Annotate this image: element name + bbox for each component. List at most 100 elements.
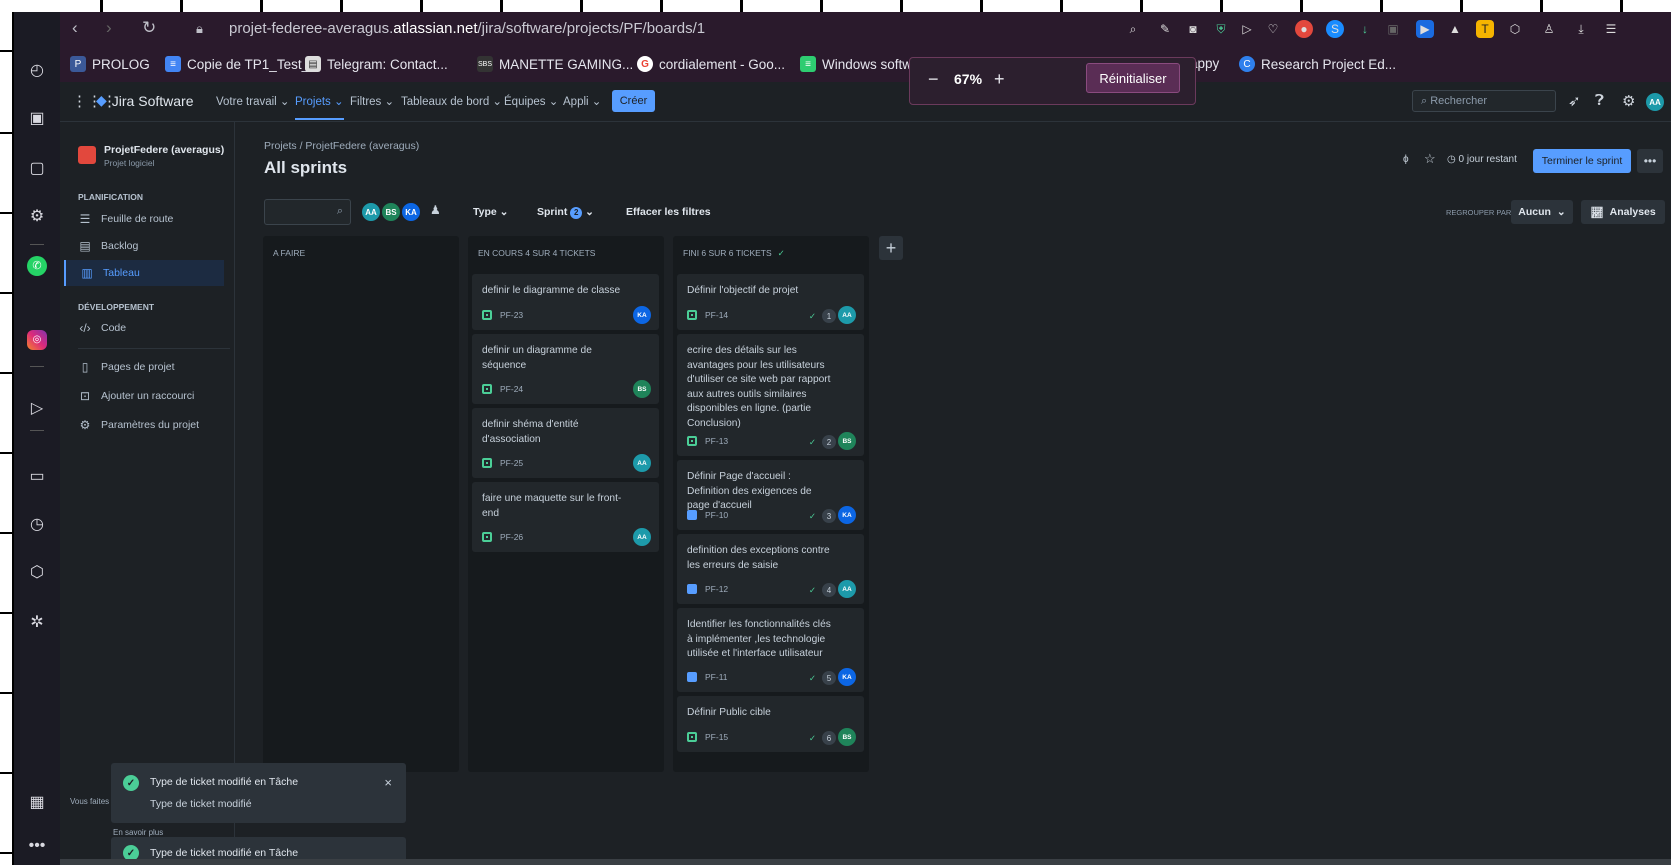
sidebar-item-add-shortcut[interactable]: ⊡ Ajouter un raccourci	[64, 383, 224, 409]
more-actions-button[interactable]: •••	[1637, 149, 1663, 173]
card-pf-26[interactable]: faire une maquette sur le front-end PF-2…	[472, 482, 659, 552]
assignee-avatar[interactable]: BS	[838, 432, 856, 450]
url-text[interactable]: projet-federee-averagus.atlassian.net/ji…	[229, 20, 705, 37]
download-arrow-icon[interactable]: ↓	[1356, 20, 1374, 38]
search-input[interactable]: ⌕ Rechercher	[1412, 90, 1556, 112]
zoom-reset-button[interactable]: Réinitialiser	[1086, 63, 1180, 93]
instagram-icon[interactable]: ◎	[25, 328, 49, 352]
whatsapp-icon[interactable]: ✆	[25, 254, 49, 278]
nav-projects[interactable]: Projets ⌄	[295, 94, 344, 120]
nav-filters[interactable]: Filtres ⌄	[350, 94, 394, 108]
heart-icon[interactable]: ♡	[1264, 20, 1282, 38]
notifications-icon[interactable]: ➶	[1568, 92, 1581, 110]
assignee-avatar[interactable]: AA	[633, 454, 651, 472]
twitch-icon[interactable]: ▢	[25, 156, 49, 180]
extension-shazam-icon[interactable]: S	[1326, 20, 1344, 38]
camera-icon[interactable]: ◙	[1184, 20, 1202, 38]
card-pf-24[interactable]: definir un diagramme de séquence PF-24 B…	[472, 334, 659, 404]
sidebar-item-backlog[interactable]: ▤ Backlog	[64, 233, 224, 259]
wallpaper-icon[interactable]: ▦	[25, 790, 49, 814]
sprint-filter[interactable]: Sprint 2 ⌄	[537, 206, 594, 219]
box-icon[interactable]: ⬡	[1506, 20, 1524, 38]
card-pf-13[interactable]: ecrire des détails sur les avantages pou…	[677, 334, 864, 456]
jira-logo[interactable]: ◆ Jira Software	[96, 92, 193, 109]
bookmark-prolog[interactable]: P PROLOG	[70, 56, 150, 72]
assignee-avatar[interactable]: BS	[633, 380, 651, 398]
type-filter[interactable]: Type ⌄	[473, 206, 508, 218]
reload-icon[interactable]: ↻	[142, 18, 156, 38]
card-pf-10[interactable]: Définir Page d'accueil : Definition des …	[677, 460, 864, 530]
puzzle-icon[interactable]: ▣	[1384, 20, 1402, 38]
forward-icon[interactable]: ›	[106, 18, 112, 38]
menu-icon[interactable]: ☰	[1602, 20, 1620, 38]
send-icon[interactable]: ▷	[1238, 20, 1256, 38]
zoom-in-button[interactable]: +	[994, 69, 1005, 90]
chat-icon[interactable]: ▭	[25, 464, 49, 488]
close-icon[interactable]: ×	[384, 775, 392, 790]
more-icon[interactable]: •••	[25, 834, 49, 858]
nav-apps[interactable]: Appli ⌄	[563, 94, 601, 108]
bookmark-windows[interactable]: ≡ Windows softw	[800, 56, 912, 72]
history-icon[interactable]: ◷	[25, 512, 49, 536]
create-button[interactable]: Créer	[612, 90, 655, 112]
card-pf-11[interactable]: Identifier les fonctionnalités clés à im…	[677, 608, 864, 692]
sidebar-item-settings[interactable]: ⚙ Paramètres du projet	[64, 412, 224, 438]
sidebar-item-pages[interactable]: ▯ Pages de projet	[64, 354, 224, 380]
assignee-avatar[interactable]: AA	[838, 306, 856, 324]
settings-gear-icon[interactable]: ⚙	[1622, 92, 1635, 110]
bookmark-cordialement[interactable]: Gcordialement - Goo...	[637, 56, 785, 72]
add-people-icon[interactable]: ♟	[430, 203, 441, 217]
nav-teams[interactable]: Équipes ⌄	[504, 94, 558, 108]
assignee-avatar[interactable]: KA	[838, 506, 856, 524]
add-column-button[interactable]: +	[879, 236, 903, 260]
mountain-icon[interactable]: ▲	[1446, 20, 1464, 38]
bookmark-telegram[interactable]: ▤ Telegram: Contact...	[305, 56, 448, 72]
assignee-avatar[interactable]: KA	[838, 668, 856, 686]
extension-firefox-icon[interactable]: ●	[1295, 20, 1313, 38]
card-pf-25[interactable]: definir shéma d'entité d'association PF-…	[472, 408, 659, 478]
card-pf-15[interactable]: Définir Public cible PF-15 ✓ 6 BS	[677, 696, 864, 752]
assignee-avatar[interactable]: AA	[633, 528, 651, 546]
extension-blue-icon[interactable]: ▶	[1416, 20, 1434, 38]
lightning-icon[interactable]: ϕ	[1403, 154, 1409, 165]
cube-icon[interactable]: ⬡	[25, 560, 49, 584]
sidebar-item-code[interactable]: ‹/› Code	[64, 315, 224, 341]
clear-filters-button[interactable]: Effacer les filtres	[626, 206, 711, 218]
speed-dial-icon[interactable]: ◴	[25, 58, 49, 82]
card-pf-12[interactable]: definition des exceptions contre les err…	[677, 534, 864, 604]
bookmark-tp1[interactable]: ≡ Copie de TP1_Test_...	[165, 56, 320, 72]
assignee-avatar[interactable]: BS	[838, 728, 856, 746]
player-icon[interactable]: ▷	[25, 396, 49, 420]
learn-more-link[interactable]: En savoir plus	[113, 828, 163, 837]
group-by-select[interactable]: Aucun ⌄	[1511, 200, 1573, 224]
insights-button[interactable]: 📈︎ Analyses	[1581, 200, 1665, 224]
profile-icon[interactable]: ♙	[1540, 20, 1558, 38]
bookmark-manette[interactable]: SBS MANETTE GAMING...	[477, 56, 633, 72]
briefcase-icon[interactable]: ▣	[25, 106, 49, 130]
search-page-icon[interactable]: ⌕	[1124, 20, 1142, 38]
nav-your-work[interactable]: Votre travail ⌄	[216, 94, 290, 108]
nav-dashboards[interactable]: Tableaux de bord ⌄	[401, 94, 502, 108]
filter-avatar-aa[interactable]: AA	[360, 201, 382, 223]
filter-avatar-ka[interactable]: KA	[400, 201, 422, 223]
settings-icon[interactable]: ✲	[25, 610, 49, 634]
ai-chip-icon[interactable]: ⚙	[25, 204, 49, 228]
downloads-icon[interactable]: ⤓	[1572, 20, 1590, 38]
assignee-avatar[interactable]: AA	[838, 580, 856, 598]
assignee-avatar[interactable]: KA	[633, 306, 651, 324]
back-icon[interactable]: ‹	[72, 18, 78, 38]
sidebar-item-board[interactable]: ▥ Tableau	[64, 260, 224, 286]
bookmark-research[interactable]: C Research Project Ed...	[1239, 56, 1396, 72]
star-icon[interactable]: ☆	[1424, 151, 1436, 167]
help-icon[interactable]: ❓︎	[1595, 92, 1604, 109]
user-avatar[interactable]: AA	[1644, 91, 1666, 113]
end-sprint-button[interactable]: Terminer le sprint	[1533, 149, 1631, 173]
edit-icon[interactable]: ✎	[1156, 20, 1174, 38]
zoom-out-button[interactable]: −	[928, 69, 939, 90]
shield-icon[interactable]: ⛨	[1212, 20, 1230, 38]
breadcrumb[interactable]: Projets / ProjetFedere (averagus)	[264, 140, 419, 152]
card-pf-14[interactable]: Définir l'objectif de projet PF-14 ✓ 1 AA	[677, 274, 864, 330]
board-search-input[interactable]: ⌕	[264, 199, 351, 225]
filter-avatar-bs[interactable]: BS	[380, 201, 402, 223]
sidebar-item-roadmap[interactable]: ☰ Feuille de route	[64, 206, 224, 232]
